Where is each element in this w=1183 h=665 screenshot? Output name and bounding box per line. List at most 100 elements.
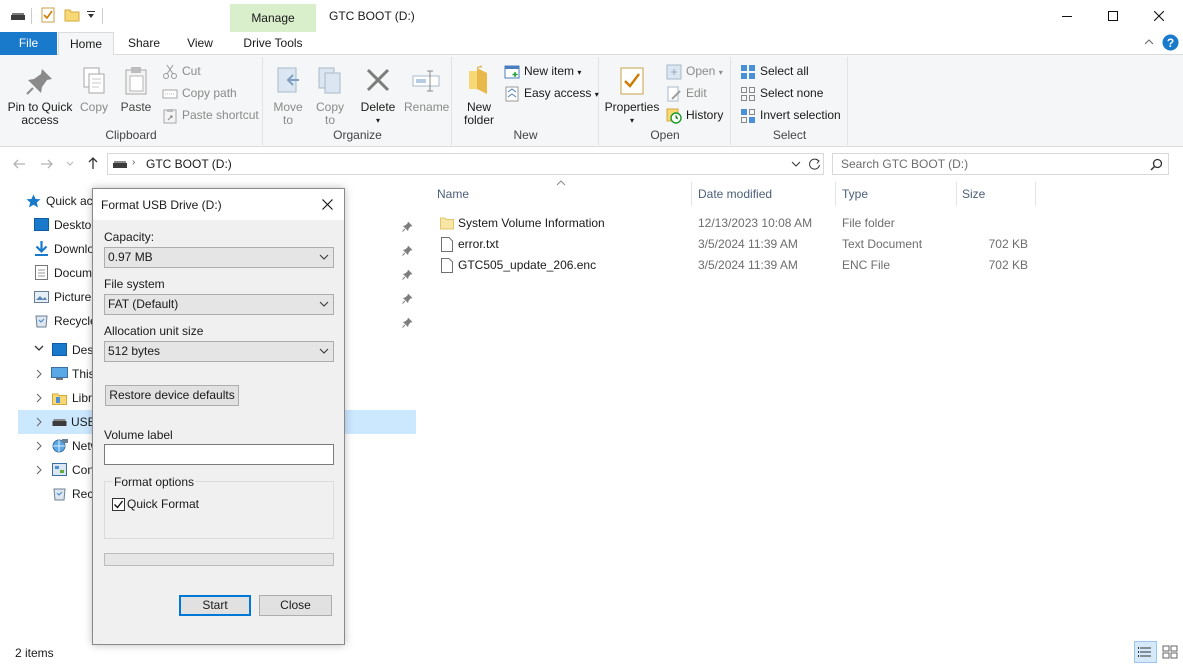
search-input[interactable]: Search GTC BOOT (D:) xyxy=(832,153,1169,175)
cut-button[interactable]: Cut xyxy=(162,61,201,81)
address-path[interactable]: GTC BOOT (D:) xyxy=(146,157,232,171)
back-icon[interactable] xyxy=(12,157,26,171)
column-header-date[interactable]: Date modified xyxy=(698,182,772,206)
up-icon[interactable] xyxy=(86,156,100,170)
minimize-ribbon-icon[interactable] xyxy=(1144,38,1154,46)
refresh-icon[interactable] xyxy=(808,157,821,171)
column-header-name[interactable]: Name xyxy=(437,182,469,206)
text-file-icon xyxy=(441,237,453,252)
address-dropdown-icon[interactable] xyxy=(791,160,801,168)
pin-label-line2: access xyxy=(21,113,59,127)
select-all-button[interactable]: Select all xyxy=(740,61,809,81)
pin-icon[interactable] xyxy=(402,317,413,328)
file-system-label: File system xyxy=(104,277,165,291)
column-separator[interactable] xyxy=(835,182,836,206)
properties-button[interactable]: Properties ▾ xyxy=(604,59,660,127)
close-window-button[interactable] xyxy=(1136,0,1182,32)
copy-button[interactable]: Copy xyxy=(76,59,112,114)
new-folder-button[interactable]: New folder xyxy=(459,59,499,127)
copy-path-button[interactable]: Copy path xyxy=(162,83,237,103)
address-bar[interactable]: › GTC BOOT (D:) xyxy=(107,153,824,175)
nav-label: Des xyxy=(72,343,94,357)
file-row[interactable]: GTC505_update_206.enc 3/5/2024 11:39 AM … xyxy=(437,255,1037,276)
easy-access-label: Easy access xyxy=(524,86,592,100)
breadcrumb-chevron-icon[interactable]: › xyxy=(132,157,135,168)
restore-defaults-button[interactable]: Restore device defaults xyxy=(105,385,239,406)
minimize-button[interactable] xyxy=(1044,0,1090,32)
select-all-label: Select all xyxy=(760,64,809,78)
start-button[interactable]: Start xyxy=(179,595,251,616)
paste-shortcut-button[interactable]: Paste shortcut xyxy=(162,105,259,125)
forward-icon[interactable] xyxy=(40,157,54,171)
delete-button[interactable]: Delete ▾ xyxy=(360,59,396,127)
tab-view[interactable]: View xyxy=(174,32,226,55)
column-separator[interactable] xyxy=(691,182,692,206)
folder-icon xyxy=(440,216,454,230)
allocation-size-value: 512 bytes xyxy=(108,344,161,358)
pin-to-quick-access-button[interactable]: Pin to Quick access xyxy=(6,59,74,127)
details-view-icon xyxy=(1138,647,1151,657)
quick-format-checkbox[interactable] xyxy=(112,498,125,511)
file-row[interactable]: System Volume Information 12/13/2023 10:… xyxy=(437,213,1037,234)
copy-to-button[interactable]: Copy to xyxy=(312,59,348,127)
open-group-label: Open xyxy=(650,128,680,142)
pin-icon[interactable] xyxy=(402,245,413,256)
collapsed-chevron-icon[interactable] xyxy=(35,465,43,475)
tab-share[interactable]: Share xyxy=(118,32,170,55)
properties-dropdown-icon[interactable]: ▾ xyxy=(604,114,660,127)
collapsed-chevron-icon[interactable] xyxy=(35,417,43,427)
column-header-size[interactable]: Size xyxy=(962,182,985,206)
expanded-chevron-icon[interactable] xyxy=(34,344,44,352)
open-group: Properties ▾ Open ▾ Edit History Open xyxy=(600,57,731,145)
paste-button[interactable]: Paste xyxy=(117,59,155,114)
tab-drive-tools[interactable]: Drive Tools xyxy=(230,32,316,55)
tab-home[interactable]: Home xyxy=(58,32,114,56)
easy-access-icon xyxy=(504,86,520,102)
capacity-select[interactable]: 0.97 MB xyxy=(104,247,334,268)
pin-icon[interactable] xyxy=(402,293,413,304)
volume-label-input[interactable] xyxy=(104,444,334,465)
customize-qat-icon[interactable] xyxy=(86,11,96,19)
column-separator[interactable] xyxy=(1035,182,1036,206)
allocation-size-select[interactable]: 512 bytes xyxy=(104,341,334,362)
new-item-button[interactable]: New item ▾ xyxy=(504,61,581,81)
collapsed-chevron-icon[interactable] xyxy=(35,441,43,451)
select-none-button[interactable]: Select none xyxy=(740,83,823,103)
details-view-button[interactable] xyxy=(1134,641,1157,663)
copy-path-label: Copy path xyxy=(182,86,237,100)
rename-button[interactable]: Rename xyxy=(404,59,449,114)
address-row: › GTC BOOT (D:) Search GTC BOOT (D:) xyxy=(0,148,1183,180)
drive-icon[interactable] xyxy=(10,7,26,23)
file-system-select[interactable]: FAT (Default) xyxy=(104,294,334,315)
qat-separator xyxy=(31,8,32,24)
invert-selection-button[interactable]: Invert selection xyxy=(740,105,841,125)
pin-icon[interactable] xyxy=(402,269,413,280)
chevron-down-icon xyxy=(319,348,329,355)
allocation-size-label: Allocation unit size xyxy=(104,324,204,338)
move-to-button[interactable]: Move to xyxy=(270,59,306,127)
pin-icon[interactable] xyxy=(402,221,413,232)
edit-button[interactable]: Edit xyxy=(666,83,707,103)
column-header-type[interactable]: Type xyxy=(842,182,868,206)
collapsed-chevron-icon[interactable] xyxy=(35,393,43,403)
history-button[interactable]: History xyxy=(666,105,723,125)
search-icon[interactable] xyxy=(1150,158,1163,171)
open-button[interactable]: Open ▾ xyxy=(666,61,723,81)
file-row[interactable]: error.txt 3/5/2024 11:39 AM Text Documen… xyxy=(437,234,1037,255)
delete-dropdown-icon[interactable]: ▾ xyxy=(360,114,396,127)
close-button[interactable]: Close xyxy=(259,595,332,616)
quick-format-label[interactable]: Quick Format xyxy=(127,497,199,511)
collapsed-chevron-icon[interactable] xyxy=(35,369,43,379)
help-icon[interactable]: ? xyxy=(1162,34,1179,51)
tab-file[interactable]: File xyxy=(0,32,57,55)
open-icon xyxy=(666,64,682,80)
column-separator[interactable] xyxy=(956,182,957,206)
easy-access-button[interactable]: Easy access ▾ xyxy=(504,83,599,103)
properties-check-icon[interactable] xyxy=(40,7,56,23)
new-folder-icon[interactable] xyxy=(64,7,80,23)
properties-icon xyxy=(616,65,648,97)
maximize-button[interactable] xyxy=(1090,0,1136,32)
dialog-close-icon[interactable] xyxy=(322,199,333,210)
recent-locations-icon[interactable] xyxy=(66,161,74,167)
large-icons-view-button[interactable] xyxy=(1159,642,1180,662)
